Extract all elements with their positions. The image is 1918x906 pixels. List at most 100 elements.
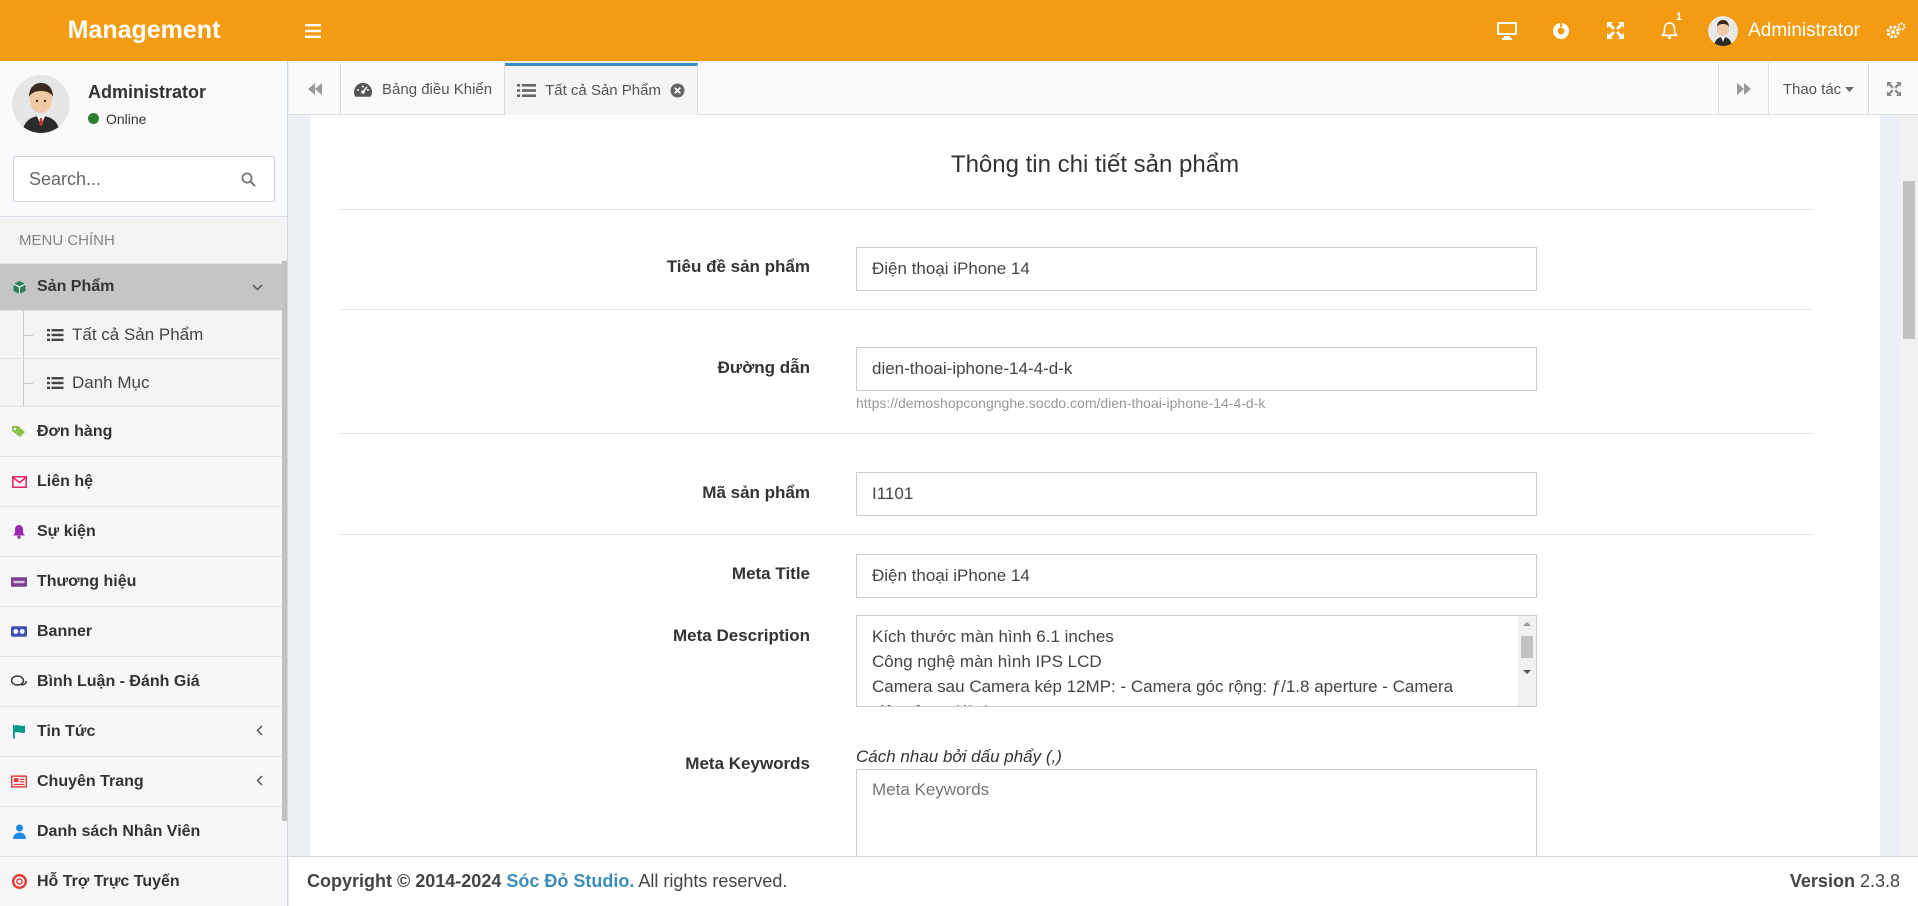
banner-icon	[11, 624, 27, 640]
sidebar-item-label: Tất cả Sản Phẩm	[72, 324, 204, 344]
version-label: Version	[1789, 871, 1855, 891]
sidebar-item-support[interactable]: Hỗ Trợ Trực Tuyến	[0, 857, 287, 906]
cube-icon	[11, 279, 27, 295]
search-button[interactable]	[241, 172, 256, 187]
gears-icon	[1886, 22, 1906, 38]
sidebar-item-label: Banner	[37, 622, 93, 640]
envelope-icon	[11, 474, 27, 490]
top-navbar: Management 1 Administrator	[0, 0, 1918, 61]
chevron-left-icon	[256, 723, 263, 741]
sidebar-item-news[interactable]: Tin Tức	[0, 707, 287, 757]
sidebar-item-san-pham[interactable]: Sản Phẩm	[0, 264, 287, 311]
sidebar-item-orders[interactable]: Đơn hàng	[0, 407, 287, 457]
search-input[interactable]	[29, 168, 229, 190]
copyright-text: Copyright © 2014-2024	[307, 871, 507, 891]
divider	[340, 534, 1813, 535]
fullscreen-button[interactable]	[1588, 0, 1642, 61]
page-scrollbar[interactable]	[1900, 115, 1918, 856]
expand-icon	[1886, 82, 1901, 96]
status-label: Online	[106, 110, 147, 127]
sidebar-item-label: Danh sách Nhân Viên	[37, 822, 201, 840]
sidebar-item-staff[interactable]: Danh sách Nhân Viên	[0, 807, 287, 857]
sku-label: Mã sản phẩm	[702, 483, 810, 502]
sidebar-item-brands[interactable]: Thương hiệu	[0, 557, 287, 607]
dashboard-icon	[353, 82, 373, 97]
user-panel: Administrator Online	[0, 61, 287, 147]
chevron-left-icon	[256, 773, 263, 791]
newspaper-icon	[11, 774, 27, 790]
meta-description-textarea[interactable]: Kích thước màn hình 6.1 inches Công nghệ…	[856, 615, 1537, 707]
sidebar-item-events[interactable]: Sự kiện	[0, 507, 287, 557]
recycle-button[interactable]	[1534, 0, 1588, 61]
desktop-button[interactable]	[1480, 0, 1534, 61]
sidebar-item-special-pages[interactable]: Chuyên Trang	[0, 757, 287, 807]
flag-icon	[11, 724, 27, 740]
tab-actions-label: Thao tác	[1782, 80, 1842, 98]
sidebar-user-name: Administrator	[88, 81, 207, 102]
textarea-scrollbar[interactable]	[1518, 616, 1536, 706]
brand-logo[interactable]: Management	[0, 0, 288, 61]
settings-button[interactable]	[1874, 0, 1918, 61]
tab-bar: Bảng điều Khiển Tất cả Sản Phẩm Thao tác	[289, 63, 1918, 115]
sku-input[interactable]	[856, 472, 1537, 516]
user-icon	[11, 824, 27, 840]
scrollbar-thumb[interactable]	[1903, 181, 1915, 339]
brand-badge-icon	[11, 574, 27, 590]
sidebar-item-label: Tin Tức	[37, 722, 96, 740]
tab-label: Tất cả Sản Phẩm	[545, 82, 661, 99]
sidebar-item-label: Thương hiệu	[37, 572, 137, 590]
recycle-icon	[1553, 21, 1570, 39]
page-title: Thông tin chi tiết sản phẩm	[950, 151, 1240, 178]
tab-fullscreen-button[interactable]	[1868, 63, 1918, 115]
menu-header: MENU CHÍNH	[0, 217, 287, 264]
tags-icon	[11, 424, 27, 440]
sidebar-item-contact[interactable]: Liên hệ	[0, 457, 287, 507]
version-number: 2.3.8	[1859, 871, 1900, 891]
textarea-line: Kích thước màn hình 6.1 inches	[872, 627, 1114, 646]
online-dot-icon	[88, 113, 99, 124]
meta-description-label: Meta Description	[673, 626, 810, 645]
studio-link[interactable]: Sóc Đỏ Studio.	[506, 871, 634, 892]
avatar	[12, 75, 70, 133]
sidebar-item-label: Đơn hàng	[37, 422, 113, 440]
tab-dashboard[interactable]: Bảng điều Khiển	[341, 63, 506, 115]
sidebar-scrollbar[interactable]	[282, 261, 287, 821]
expand-icon	[1606, 22, 1624, 39]
bell-icon	[1660, 21, 1678, 39]
close-tab-icon[interactable]	[670, 83, 685, 98]
tab-all-products[interactable]: Tất cả Sản Phẩm	[505, 63, 698, 115]
divider	[340, 433, 1813, 434]
footer: Copyright © 2014-2024 Sóc Đỏ Studio. All…	[289, 856, 1918, 906]
life-ring-icon	[11, 874, 27, 890]
keywords-hint: Cách nhau bởi dấu phẩy (,)	[856, 747, 1062, 766]
sidebar: Administrator Online MENU CHÍNH Sản Phẩm…	[0, 61, 288, 906]
user-menu[interactable]: Administrator	[1696, 0, 1874, 61]
slug-input[interactable]	[856, 347, 1537, 391]
caret-down-icon	[1845, 86, 1855, 92]
sidebar-toggle-button[interactable]	[288, 0, 338, 61]
sidebar-item-label: Liên hệ	[37, 472, 94, 490]
textarea-line: Camera sau Camera kép 12MP: - Camera góc…	[872, 677, 1454, 696]
tab-scroll-right-button[interactable]	[1718, 63, 1768, 115]
meta-keywords-textarea[interactable]	[856, 769, 1537, 856]
slug-url-text: https://demoshopcongnghe.socdo.com/dien-…	[856, 395, 1266, 411]
comments-icon	[11, 674, 27, 690]
sidebar-item-banner[interactable]: Banner	[0, 607, 287, 657]
version-info: Version 2.3.8	[1790, 871, 1900, 892]
divider	[340, 309, 1813, 310]
notifications-button[interactable]: 1	[1642, 0, 1696, 61]
sidebar-subitem-all-products[interactable]: Tất cả Sản Phẩm	[0, 311, 287, 359]
sidebar-subitem-categories[interactable]: Danh Mục	[0, 359, 287, 407]
tab-scroll-left-button[interactable]	[289, 63, 341, 115]
product-title-input[interactable]	[856, 247, 1537, 291]
meta-title-input[interactable]	[856, 554, 1537, 598]
sidebar-item-label: Sự kiện	[37, 522, 96, 540]
product-detail-form: Thông tin chi tiết sản phẩm Tiêu đề sản …	[310, 115, 1880, 856]
sidebar-search	[13, 156, 275, 202]
sidebar-item-comments[interactable]: Bình Luận - Đánh Giá	[0, 657, 287, 707]
textarea-line: Công nghệ màn hình IPS LCD	[872, 652, 1102, 671]
notification-badge: 1	[1675, 11, 1683, 23]
scroll-up-icon	[1523, 622, 1531, 626]
tab-actions-dropdown[interactable]: Thao tác	[1768, 63, 1868, 115]
search-icon	[241, 172, 256, 187]
